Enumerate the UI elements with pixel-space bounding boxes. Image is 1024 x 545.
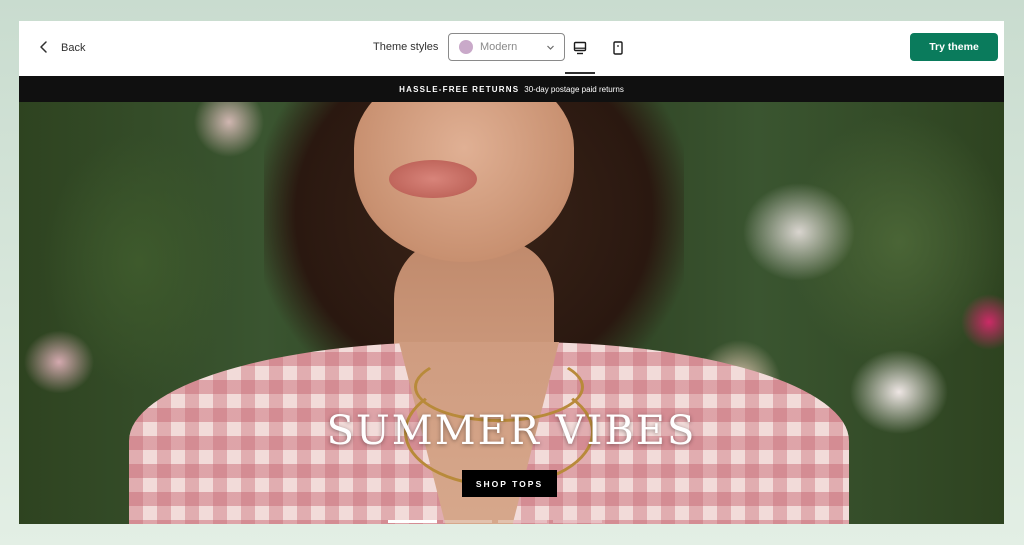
back-button[interactable]: Back — [37, 35, 85, 61]
hero-image-lips — [389, 160, 477, 198]
slide-indicator-3[interactable] — [498, 520, 547, 523]
mobile-view-button[interactable] — [603, 33, 633, 63]
chevron-down-icon — [547, 45, 554, 50]
selected-device-indicator — [565, 72, 595, 74]
shop-tops-button[interactable]: SHOP TOPS — [462, 470, 557, 497]
theme-style-select[interactable]: Modern — [448, 33, 565, 61]
back-label: Back — [61, 42, 86, 54]
theme-style-value: Modern — [480, 41, 518, 53]
announcement-bar: HASSLE-FREE RETURNS 30-day postage paid … — [19, 76, 1004, 102]
mobile-icon — [613, 41, 623, 55]
desktop-view-button[interactable] — [565, 33, 595, 63]
slide-indicator-4[interactable] — [553, 520, 602, 523]
theme-styles-label: Theme styles — [373, 41, 439, 53]
desktop-icon — [573, 41, 587, 55]
announcement-strong-text: HASSLE-FREE RETURNS — [399, 84, 520, 94]
hero-slideshow: SUMMER VIBES SHOP TOPS — [19, 102, 1004, 524]
style-color-swatch — [459, 40, 473, 54]
try-theme-button[interactable]: Try theme — [910, 33, 998, 61]
slide-indicators — [388, 520, 608, 523]
hero-title: SUMMER VIBES — [326, 408, 697, 454]
announcement-text: 30-day postage paid returns — [524, 84, 624, 94]
theme-preview-frame: Back Theme styles Modern Try theme HASSL… — [19, 21, 1004, 524]
preview-topbar: Back Theme styles Modern Try theme — [19, 21, 1004, 76]
slide-indicator-1[interactable] — [388, 520, 437, 523]
chevron-left-icon — [37, 40, 51, 57]
slide-indicator-2[interactable] — [443, 520, 492, 523]
